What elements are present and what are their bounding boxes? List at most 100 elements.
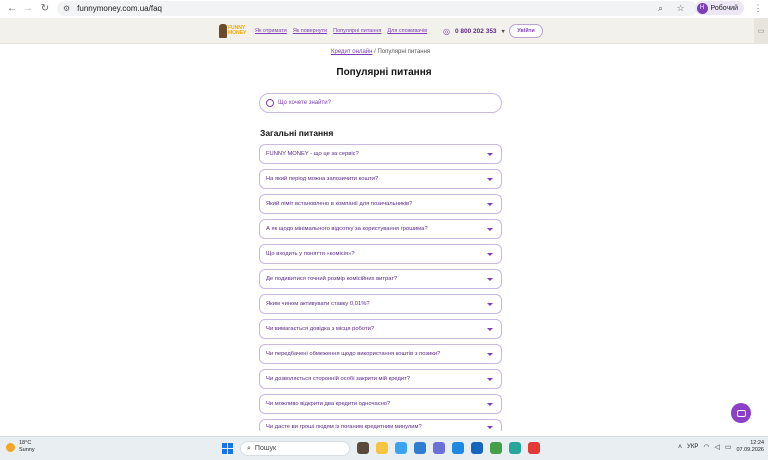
faq-item[interactable]: Яким чином активувати ставку 0,01%? — [259, 294, 502, 314]
chevron-down-icon — [487, 252, 493, 256]
profile-name: Робочий — [710, 4, 738, 12]
faq-question: FUNNY MONEY - що це за сервіс? — [266, 151, 359, 157]
phone-number: 0 800 202 353 — [454, 28, 497, 35]
faq-item[interactable]: На який період можна запозичити кошти? — [259, 169, 502, 189]
chevron-down-icon — [487, 277, 493, 281]
chevron-down-icon — [487, 402, 493, 406]
search-input[interactable]: Що хочете знайти? — [259, 93, 502, 113]
phone-icon: ◎ — [443, 27, 450, 36]
page-title: Популярні питання — [336, 67, 432, 78]
chevron-down-icon — [487, 177, 493, 181]
chevron-down-icon — [487, 352, 493, 356]
faq-question: Де подивитися точний розмір комісійних в… — [266, 276, 398, 282]
site-info-icon[interactable]: ⚙ — [63, 4, 70, 13]
sun-icon — [6, 442, 15, 452]
phone-block[interactable]: ◎ 0 800 202 353 ▾ — [443, 27, 505, 36]
bookmark-star-icon[interactable]: ☆ — [675, 3, 687, 14]
chevron-down-icon — [487, 327, 493, 331]
faq-item[interactable]: Де подивитися точний розмір комісійних в… — [259, 269, 502, 289]
logo[interactable]: FUNNY MONEY — [219, 23, 249, 39]
zoom-icon[interactable]: ⌕ — [655, 3, 667, 14]
breadcrumb-separator: / — [374, 49, 376, 55]
login-button[interactable]: Увійти — [509, 24, 543, 38]
nav-link-how-to-repay[interactable]: Як повернути — [293, 28, 327, 34]
chevron-down-icon — [487, 377, 493, 381]
menu-icon[interactable]: ⋮ — [752, 3, 764, 14]
teams-icon[interactable] — [433, 442, 445, 454]
avatar: Н — [696, 2, 708, 14]
nav-link-consumers[interactable]: Для споживачів — [387, 28, 427, 34]
profile-button[interactable]: Н Робочий — [694, 1, 744, 15]
wifi-icon[interactable]: ◠ — [703, 443, 709, 451]
faq-question: Чи дасте ви гроші людям із поганим креди… — [266, 424, 422, 430]
nav-link-how-to-get[interactable]: Як отримати — [255, 28, 287, 34]
address-bar[interactable]: ⚙ funnymoney.com.ua/faq — [57, 1, 697, 16]
mascot-icon — [219, 24, 227, 38]
section-title: Загальні питання — [260, 128, 334, 138]
faq-list: FUNNY MONEY - що це за сервіс? На який п… — [259, 144, 502, 436]
copilot-icon[interactable] — [395, 442, 407, 454]
taskbar: 18°C Sunny ⌕ Пошук ˄ УКР ◠ ◁ ▭ 12:24 07.09… — [0, 436, 768, 460]
file-explorer-icon[interactable] — [376, 442, 388, 454]
back-icon[interactable]: ← — [4, 0, 20, 16]
side-panel-icon[interactable]: ▭ — [754, 18, 768, 44]
breadcrumb-link-credit[interactable]: Кредит онлайн — [331, 49, 372, 55]
faq-question: Чи дозволяється сторонній особі закрити … — [266, 376, 411, 382]
faq-question: Чи можливо відкрити два кредити одночасн… — [266, 401, 391, 407]
chevron-down-icon — [487, 202, 493, 206]
site-header: FUNNY MONEY Як отримати Як повернути Попу… — [0, 18, 768, 44]
faq-item[interactable]: А як щодо мінімального відсотку за корис… — [259, 219, 502, 239]
breadcrumb-current: Популярні питання — [377, 49, 431, 55]
chevron-down-icon — [487, 152, 493, 156]
chevron-down-icon — [487, 302, 493, 306]
chevron-down-icon: ▾ — [501, 29, 505, 35]
faq-item[interactable]: Чи можливо відкрити два кредити одночасн… — [259, 394, 502, 414]
faq-item[interactable]: Чи дасте ви гроші людям із поганим креди… — [259, 419, 502, 431]
nav-link-faq[interactable]: Популярні питання — [333, 28, 381, 34]
faq-question: А як щодо мінімального відсотку за корис… — [266, 226, 428, 232]
faq-item[interactable]: Чи передбачені обмеження щодо використан… — [259, 344, 502, 364]
faq-item[interactable]: Що входить у поняття «комісія»? — [259, 244, 502, 264]
breadcrumb: Кредит онлайн / Популярні питання — [331, 49, 430, 55]
chevron-down-icon — [487, 426, 493, 429]
edge-icon[interactable] — [414, 442, 426, 454]
app-icon[interactable] — [452, 442, 464, 454]
search-icon — [266, 99, 274, 107]
taskbar-search-placeholder: Пошук — [254, 445, 277, 452]
windows-start-icon[interactable] — [222, 443, 233, 454]
faq-question: Чи передбачені обмеження щодо використан… — [266, 351, 441, 357]
faq-item[interactable]: FUNNY MONEY - що це за сервіс? — [259, 144, 502, 164]
faq-question: Чи вимагається довідка з місця роботи? — [266, 326, 375, 332]
forward-icon[interactable]: → — [20, 0, 36, 16]
faq-question: Який ліміт встановлено в компанії для по… — [266, 201, 413, 207]
language-indicator[interactable]: УКР — [687, 444, 698, 450]
clock[interactable]: 12:24 07.09.2026 — [736, 440, 764, 454]
chrome-icon[interactable] — [528, 442, 540, 454]
taskbar-search[interactable]: ⌕ Пошук — [240, 441, 350, 456]
faq-question: Що входить у поняття «комісія»? — [266, 251, 355, 257]
taskbar-apps — [357, 442, 540, 454]
weather-widget[interactable]: 18°C Sunny — [6, 440, 35, 454]
chat-icon — [736, 409, 746, 417]
app-icon[interactable] — [490, 442, 502, 454]
faq-item[interactable]: Чи дозволяється сторонній особі закрити … — [259, 369, 502, 389]
faq-question: Яким чином активувати ставку 0,01%? — [266, 301, 370, 307]
volume-icon[interactable]: ◁ — [714, 443, 719, 451]
outlook-icon[interactable] — [471, 442, 483, 454]
chevron-up-icon[interactable]: ˄ — [678, 444, 682, 451]
app-icon[interactable] — [509, 442, 521, 454]
date: 07.09.2026 — [736, 447, 764, 453]
search-placeholder: Що хочете знайти? — [278, 100, 331, 106]
url-text: funnymoney.com.ua/faq — [77, 4, 162, 13]
battery-icon[interactable]: ▭ — [725, 443, 732, 451]
reload-icon[interactable]: ↻ — [37, 0, 53, 16]
faq-item[interactable]: Чи вимагається довідка з місця роботи? — [259, 319, 502, 339]
temperature: 18°C — [19, 440, 32, 446]
chat-button[interactable] — [731, 403, 751, 423]
logo-text-line2: MONEY — [228, 30, 247, 36]
task-view-icon[interactable] — [357, 442, 369, 454]
browser-toolbar: ← → ↻ ⚙ funnymoney.com.ua/faq ⌕ ☆ Н Робо… — [0, 0, 768, 17]
main-nav: Як отримати Як повернути Популярні питан… — [255, 28, 427, 34]
faq-item[interactable]: Який ліміт встановлено в компанії для по… — [259, 194, 502, 214]
search-icon: ⌕ — [247, 444, 251, 452]
